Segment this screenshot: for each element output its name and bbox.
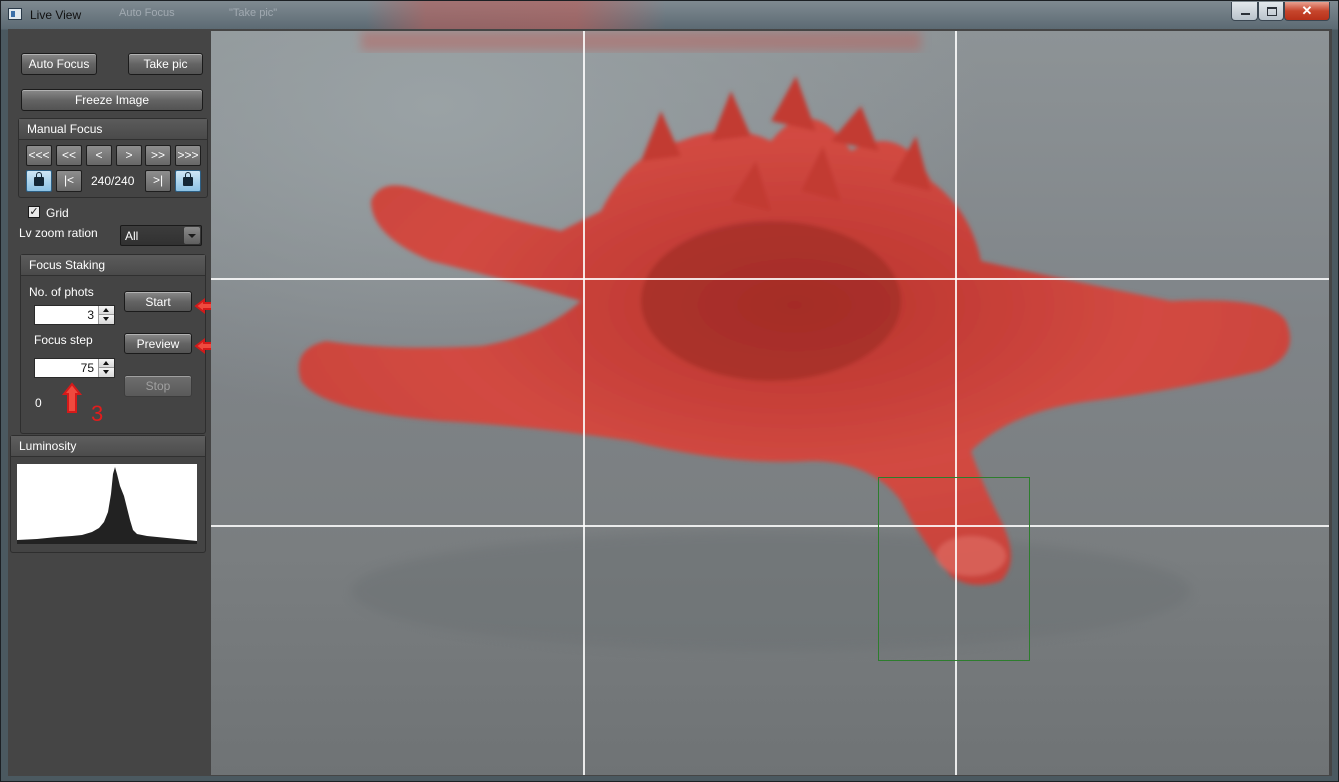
- annotation-arrow-up: [61, 382, 83, 413]
- luminosity-title: Luminosity: [11, 436, 205, 457]
- title-bar[interactable]: Live View Auto Focus "Take pic" ✕: [1, 1, 1338, 30]
- maximize-button[interactable]: [1258, 2, 1284, 21]
- grid-checkbox[interactable]: ✓: [28, 206, 40, 218]
- spin-up-icon[interactable]: [98, 359, 114, 368]
- focus-step-forward-medium-button[interactable]: >>: [145, 145, 171, 166]
- auto-focus-button[interactable]: Auto Focus: [21, 53, 97, 75]
- luminosity-histogram: [17, 464, 197, 544]
- spin-down-icon[interactable]: [98, 315, 114, 324]
- focus-last-button[interactable]: >|: [145, 170, 171, 192]
- zoom-value: All: [125, 229, 139, 243]
- focus-step-back-medium-button[interactable]: <<: [56, 145, 82, 166]
- preview-button[interactable]: Preview: [124, 333, 192, 354]
- ghost-tab-label: "Take pic": [229, 7, 278, 19]
- photos-count-stepper[interactable]: 3: [34, 305, 115, 325]
- live-view-image[interactable]: [211, 31, 1329, 775]
- stack-progress-counter: 0: [35, 396, 42, 410]
- spin-down-icon[interactable]: [98, 368, 114, 377]
- spin-up-icon[interactable]: [98, 306, 114, 315]
- zoom-label: Lv zoom ration: [19, 226, 98, 240]
- focus-step-value: 75: [80, 361, 94, 375]
- focus-stacking-group: Focus Staking No. of phots 3 Focus step …: [20, 254, 206, 434]
- focus-step-label: Focus step: [34, 333, 93, 347]
- client-area: Auto Focus Take pic Freeze Image Manual …: [8, 29, 1332, 776]
- photos-count-label: No. of phots: [29, 285, 94, 299]
- lock-far-button[interactable]: [175, 170, 201, 192]
- app-window-icon: [8, 8, 22, 20]
- lock-near-button[interactable]: [26, 170, 52, 192]
- focus-first-button[interactable]: |<: [56, 170, 82, 192]
- focus-area-rectangle[interactable]: [878, 477, 1030, 661]
- stop-button[interactable]: Stop: [124, 375, 192, 397]
- ghost-tab-label: Auto Focus: [119, 7, 175, 19]
- minimize-button[interactable]: [1231, 2, 1258, 21]
- control-panel: Auto Focus Take pic Freeze Image Manual …: [8, 29, 246, 776]
- grid-line-vertical: [583, 31, 585, 775]
- focus-step-back-large-button[interactable]: <<<: [26, 145, 52, 166]
- grid-line-horizontal: [211, 525, 1329, 527]
- zoom-select[interactable]: All: [120, 225, 202, 246]
- photos-count-value: 3: [87, 308, 94, 322]
- title-bar-backdrop: [366, 1, 666, 30]
- focus-stacking-title: Focus Staking: [21, 255, 205, 276]
- focus-step-back-small-button[interactable]: <: [86, 145, 112, 166]
- starfish-photo: [298, 31, 1291, 651]
- manual-focus-group: Manual Focus <<< << < > >> >>> |< 240/24…: [18, 118, 208, 198]
- focus-step-stepper[interactable]: 75: [34, 358, 115, 378]
- window-title: Live View: [30, 8, 82, 22]
- lock-icon: [34, 172, 44, 186]
- close-icon: ✕: [1301, 3, 1313, 18]
- annotation-marker-3: 3: [91, 401, 104, 426]
- start-button[interactable]: Start: [124, 291, 192, 312]
- luminosity-group: Luminosity: [10, 435, 206, 553]
- take-pic-button[interactable]: Take pic: [128, 53, 203, 75]
- live-view-window: Live View Auto Focus "Take pic" ✕ Auto F…: [0, 0, 1339, 782]
- freeze-image-button[interactable]: Freeze Image: [21, 89, 203, 111]
- focus-step-forward-small-button[interactable]: >: [116, 145, 142, 166]
- close-button[interactable]: ✕: [1284, 2, 1330, 21]
- chevron-down-icon: [184, 227, 200, 244]
- grid-line-horizontal: [211, 278, 1329, 280]
- lock-icon: [183, 172, 193, 186]
- focus-position: 240/240: [91, 174, 135, 188]
- grid-line-vertical: [955, 31, 957, 775]
- focus-step-forward-large-button[interactable]: >>>: [175, 145, 201, 166]
- manual-focus-title: Manual Focus: [19, 119, 207, 140]
- grid-label: Grid: [46, 206, 69, 220]
- arrow-up-icon: [61, 382, 83, 413]
